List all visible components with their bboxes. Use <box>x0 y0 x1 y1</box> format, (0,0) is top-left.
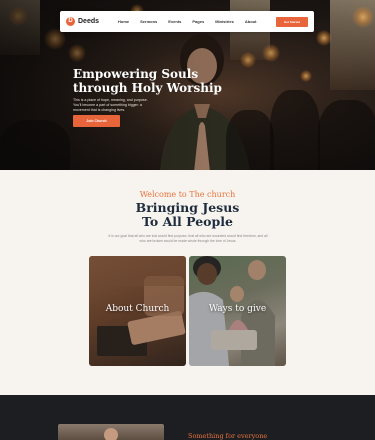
welcome-section: Welcome to The church Bringing Jesus To … <box>0 170 375 395</box>
logo-icon: D <box>66 17 75 26</box>
nav-link-about[interactable]: About <box>245 19 257 24</box>
pastor-head <box>104 428 118 440</box>
get-started-button[interactable]: Get Started <box>276 16 308 27</box>
site-logo[interactable]: D Deeds <box>66 17 99 26</box>
logo-text: Deeds <box>78 18 100 25</box>
nav-link-sermons[interactable]: Sermons <box>140 19 157 24</box>
ways-to-give-card[interactable]: Ways to give <box>189 256 286 366</box>
hero-section: D Deeds Home Sermons Events Pages Minist… <box>0 0 375 170</box>
welcome-title: Bringing Jesus To All People <box>0 201 375 229</box>
welcome-description: It is our goal that all who are lost wou… <box>108 234 268 243</box>
nav-links: Home Sermons Events Pages Ministries Abo… <box>118 19 256 24</box>
ways-to-give-label: Ways to give <box>208 304 267 314</box>
next-section: Something for everyone <box>0 395 375 440</box>
welcome-eyebrow: Welcome to The church <box>139 190 236 199</box>
next-section-eyebrow: Something for everyone <box>188 432 268 440</box>
join-church-button[interactable]: Join Church <box>73 115 120 127</box>
about-church-card[interactable]: About Church <box>89 256 186 366</box>
about-church-label: About Church <box>105 304 170 314</box>
nav-link-events[interactable]: Events <box>168 19 181 24</box>
pastor-image <box>58 424 164 440</box>
welcome-title-text: Bringing Jesus To All People <box>135 200 240 229</box>
nav-link-ministries[interactable]: Ministries <box>215 19 234 24</box>
main-navbar: D Deeds Home Sermons Events Pages Minist… <box>60 11 314 32</box>
nav-link-pages[interactable]: Pages <box>192 19 204 24</box>
nav-link-home[interactable]: Home <box>118 19 129 24</box>
hero-subtitle: This is a place of hope, meaning, and pu… <box>73 98 148 112</box>
hero-title: Empowering Souls through Holy Worship <box>73 67 222 95</box>
